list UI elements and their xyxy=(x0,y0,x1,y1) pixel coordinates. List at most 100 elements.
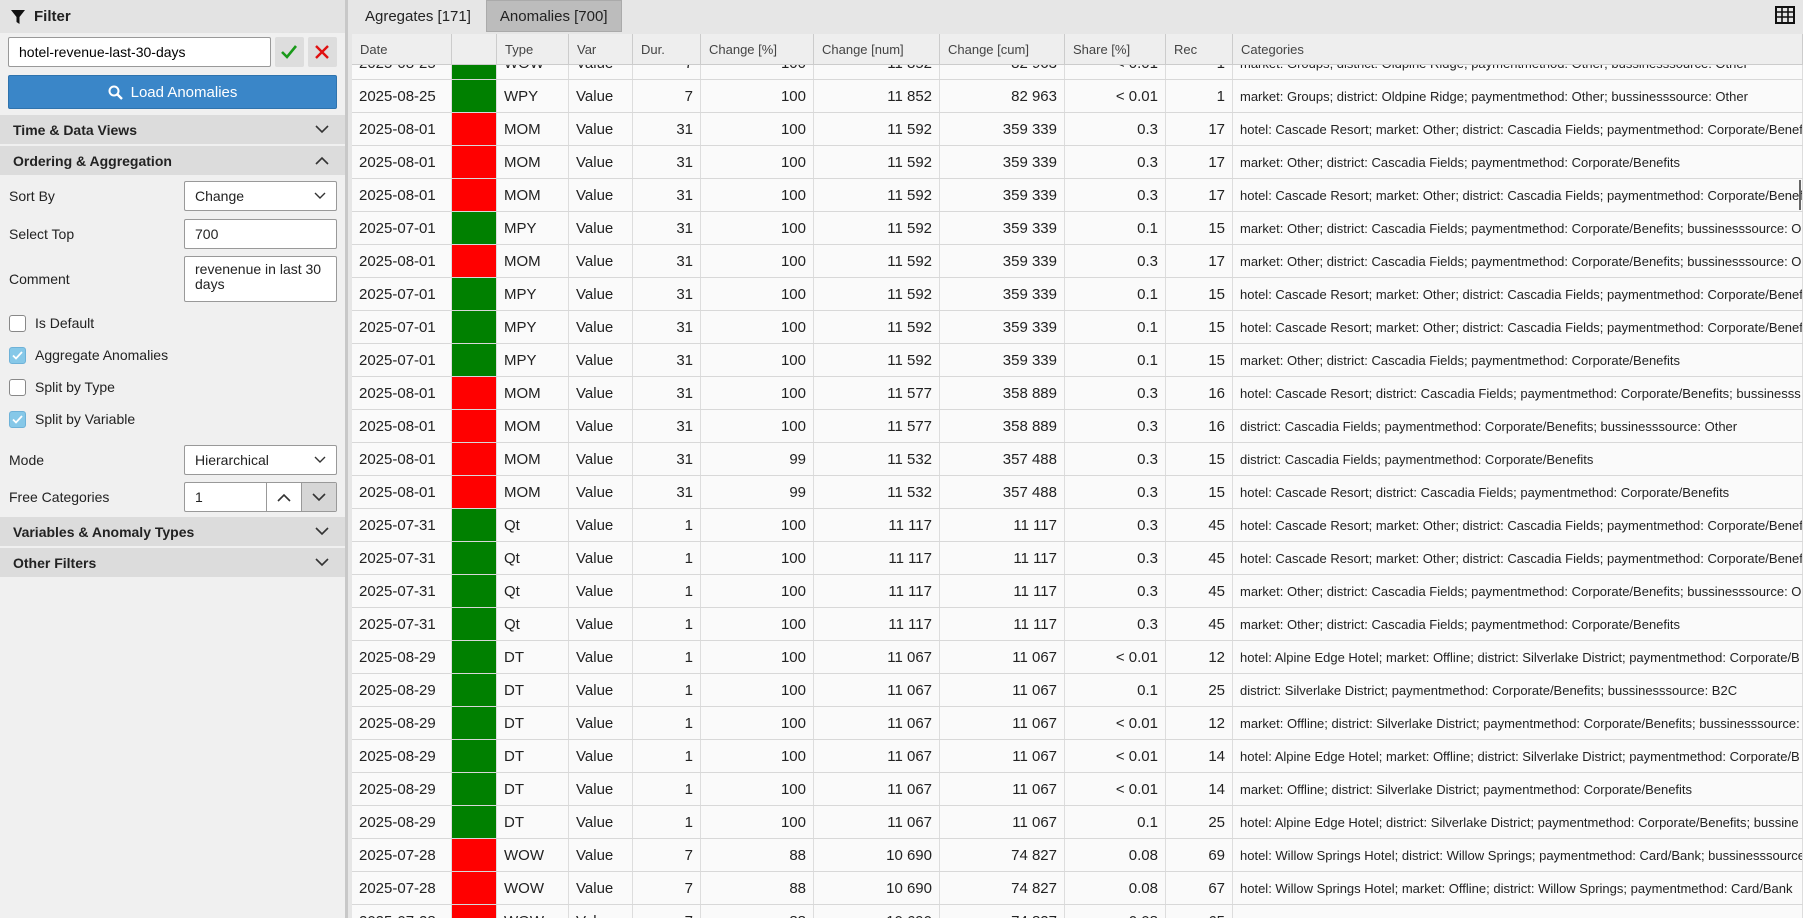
cell-rec: 45 xyxy=(1166,542,1233,574)
header-change-cum[interactable]: Change [cum] xyxy=(940,34,1065,64)
cell-var: Value xyxy=(569,575,633,607)
free-categories-stepper[interactable]: 1 xyxy=(184,482,337,512)
cell-type: MOM xyxy=(497,377,569,409)
is-default-checkbox-row[interactable]: Is Default xyxy=(0,307,345,339)
cell-dur: 31 xyxy=(633,179,701,211)
header-rec[interactable]: Rec xyxy=(1166,34,1233,64)
table-row[interactable]: 2025-08-29 DT Value 1 100 11 067 11 067 < 0.01 1… xyxy=(352,707,1803,740)
cell-rec: 17 xyxy=(1166,146,1233,178)
view-name-input[interactable] xyxy=(8,37,271,67)
section-ordering-aggregation[interactable]: Ordering & Aggregation xyxy=(0,146,345,175)
table-row[interactable]: 2025-07-31 Qt Value 1 100 11 117 11 117 0.3 45 ma… xyxy=(352,575,1803,608)
split-by-type-checkbox-row[interactable]: Split by Type xyxy=(0,371,345,403)
table-row[interactable]: 2025-07-01 MPY Value 31 100 11 592 359 339 0.1 1… xyxy=(352,344,1803,377)
table-row[interactable]: 2025-08-01 MOM Value 31 100 11 592 359 339 0.3 1… xyxy=(352,113,1803,146)
header-change-num[interactable]: Change [num] xyxy=(814,34,940,64)
cell-var: Value xyxy=(569,146,633,178)
free-categories-value[interactable]: 1 xyxy=(185,483,266,511)
table-row[interactable]: 2025-08-29 DT Value 1 100 11 067 11 067 < 0.01 1… xyxy=(352,740,1803,773)
table-view-icon[interactable] xyxy=(1775,6,1795,27)
select-top-input[interactable]: 700 xyxy=(184,219,337,249)
header-dur[interactable]: Dur. xyxy=(633,34,701,64)
decrement-button[interactable] xyxy=(301,483,336,511)
table-row[interactable]: 2025-07-28 WOW Value 7 88 10 690 74 827 0.08 67 h… xyxy=(352,872,1803,905)
table-row[interactable]: 2025-08-01 MOM Value 31 100 11 592 359 339 0.3 1… xyxy=(352,245,1803,278)
table-row[interactable]: 2025-08-29 DT Value 1 100 11 067 11 067 0.1 25 ho… xyxy=(352,806,1803,839)
table-row[interactable]: 2025-08-01 MOM Value 31 100 11 577 358 889 0.3 1… xyxy=(352,377,1803,410)
split-by-variable-checkbox-row[interactable]: Split by Variable xyxy=(0,403,345,435)
cell-var: Value xyxy=(569,443,633,475)
section-time-data-views[interactable]: Time & Data Views xyxy=(0,115,345,144)
table-row[interactable]: 2025-07-31 Qt Value 1 100 11 117 11 117 0.3 45 ho… xyxy=(352,509,1803,542)
cell-cum: 11 067 xyxy=(940,806,1065,838)
confirm-button[interactable] xyxy=(274,37,304,67)
table-row[interactable]: 2025-07-01 MPY Value 31 100 11 592 359 339 0.1 1… xyxy=(352,311,1803,344)
table-row[interactable]: 2025-08-01 MOM Value 31 100 11 592 359 339 0.3 1… xyxy=(352,179,1803,212)
cell-cum: 74 827 xyxy=(940,905,1065,918)
cell-dur: 7 xyxy=(633,872,701,904)
table-row[interactable]: 2025-08-01 MOM Value 31 100 11 592 359 339 0.3 1… xyxy=(352,146,1803,179)
cell-cum: 359 339 xyxy=(940,311,1065,343)
cell-type: DT xyxy=(497,641,569,673)
cell-share: 0.3 xyxy=(1065,410,1166,442)
cell-type: MPY xyxy=(497,344,569,376)
direction-color xyxy=(452,476,496,508)
table-row[interactable]: 2025-07-28 WOW Value 7 88 10 690 74 827 0.08 69 h… xyxy=(352,839,1803,872)
table-row[interactable]: 2025-07-31 Qt Value 1 100 11 117 11 117 0.3 45 ho… xyxy=(352,542,1803,575)
section-other-filters[interactable]: Other Filters xyxy=(0,548,345,577)
header-categories[interactable]: Categories xyxy=(1233,34,1803,64)
cell-rec: 17 xyxy=(1166,179,1233,211)
header-change-pct[interactable]: Change [%] xyxy=(701,34,814,64)
cell-cum: 359 339 xyxy=(940,113,1065,145)
cell-num: 10 690 xyxy=(814,872,940,904)
section-title: Time & Data Views xyxy=(13,121,137,138)
cell-num: 11 592 xyxy=(814,146,940,178)
cell-cat: district: Cascadia Fields; paymentmethod… xyxy=(1233,443,1803,475)
mode-select[interactable]: Hierarchical xyxy=(184,445,337,475)
load-anomalies-button[interactable]: Load Anomalies xyxy=(8,75,337,109)
increment-button[interactable] xyxy=(266,483,301,511)
direction-color xyxy=(452,707,496,739)
is-default-checkbox[interactable] xyxy=(9,314,26,332)
table-row[interactable]: 2025-08-01 MOM Value 31 99 11 532 357 488 0.3 15… xyxy=(352,443,1803,476)
horizontal-scroll-indicator[interactable] xyxy=(1799,180,1801,210)
section-variables-anomaly-types[interactable]: Variables & Anomaly Types xyxy=(0,517,345,546)
table-row[interactable]: 2025-08-29 DT Value 1 100 11 067 11 067 0.1 25 di… xyxy=(352,674,1803,707)
table-row[interactable]: 2025-07-28 WOWValue78810 69074 8270.0865 xyxy=(352,905,1803,918)
header-date[interactable]: Date xyxy=(352,34,452,64)
aggregate-anomalies-checkbox-row[interactable]: Aggregate Anomalies xyxy=(0,339,345,371)
cell-type: DT xyxy=(497,806,569,838)
header-type[interactable]: Type xyxy=(497,34,569,64)
cell-num: 11 592 xyxy=(814,278,940,310)
split-by-variable-checkbox[interactable] xyxy=(9,410,26,428)
cell-num: 11 117 xyxy=(814,575,940,607)
cell-chg: 100 xyxy=(701,509,814,541)
header-share[interactable]: Share [%] xyxy=(1065,34,1166,64)
table-row[interactable]: 2025-07-31 Qt Value 1 100 11 117 11 117 0.3 45 ma… xyxy=(352,608,1803,641)
aggregate-anomalies-checkbox[interactable] xyxy=(9,346,26,364)
cell-dur: 31 xyxy=(633,344,701,376)
table-row[interactable]: 2025-08-29 DT Value 1 100 11 067 11 067 < 0.01 1… xyxy=(352,641,1803,674)
chevron-up-icon xyxy=(315,156,329,165)
comment-textarea[interactable]: revenenue in last 30 days xyxy=(184,256,337,302)
table-row[interactable]: 2025-08-01 MOM Value 31 99 11 532 357 488 0.3 15… xyxy=(352,476,1803,509)
table-row[interactable]: 2025-07-01 MPY Value 31 100 11 592 359 339 0.1 1… xyxy=(352,278,1803,311)
filter-icon xyxy=(11,9,25,24)
tab-aggregates[interactable]: Agregates [171] xyxy=(352,1,484,31)
cell-share: 0.3 xyxy=(1065,509,1166,541)
anomalies-table: 2025-08-25WOWValue710011 85282 963< 0.01… xyxy=(352,34,1803,918)
cell-cat: hotel: Cascade Resort; market: Other; di… xyxy=(1233,311,1803,343)
split-by-type-checkbox[interactable] xyxy=(9,378,26,396)
cell-chg: 100 xyxy=(701,245,814,277)
table-row[interactable]: 2025-08-01 MOM Value 31 100 11 577 358 889 0.3 1… xyxy=(352,410,1803,443)
table-row[interactable]: 2025-07-01 MPY Value 31 100 11 592 359 339 0.1 1… xyxy=(352,212,1803,245)
table-row[interactable]: 2025-08-25 WPY Value 7 100 11 852 82 963 < 0.01… xyxy=(352,80,1803,113)
header-var[interactable]: Var xyxy=(569,34,633,64)
cell-share: 0.1 xyxy=(1065,806,1166,838)
chevron-down-icon xyxy=(314,192,326,199)
sort-by-select[interactable]: Change xyxy=(184,181,337,211)
tab-anomalies[interactable]: Anomalies [700] xyxy=(485,0,622,32)
cancel-button[interactable] xyxy=(307,37,337,67)
table-row[interactable]: 2025-08-29 DT Value 1 100 11 067 11 067 < 0.01 1… xyxy=(352,773,1803,806)
cell-var: Value xyxy=(569,179,633,211)
